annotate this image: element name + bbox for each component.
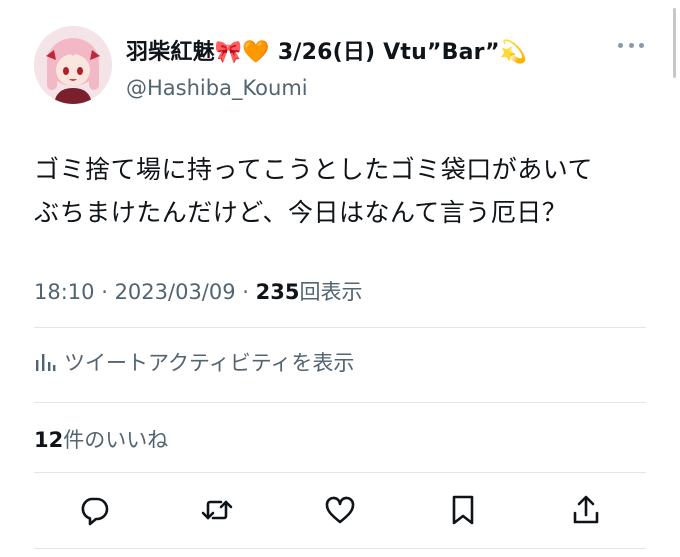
divider bbox=[34, 327, 646, 328]
meta-separator: · bbox=[235, 280, 256, 304]
likes-count-link[interactable]: 12件のいいね bbox=[34, 424, 168, 454]
share-icon bbox=[573, 495, 599, 524]
tweet-meta: 18:10 · 2023/03/09 · 235回表示 bbox=[34, 276, 362, 306]
likes-count: 12 bbox=[34, 428, 64, 452]
avatar[interactable] bbox=[34, 26, 112, 104]
reply-icon bbox=[81, 497, 109, 526]
activity-label: ツイートアクティビティを表示 bbox=[64, 351, 355, 375]
like-icon bbox=[325, 496, 355, 524]
views-count: 235 bbox=[255, 280, 300, 304]
more-options-icon[interactable] bbox=[618, 40, 644, 50]
action-bar bbox=[76, 492, 604, 528]
tweet-header: 羽柴紅魅🎀🧡 3/26(日) Vtu”Bar”💫 @Hashiba_Koumi bbox=[34, 24, 644, 108]
scrollbar[interactable] bbox=[673, 8, 676, 78]
share-button[interactable] bbox=[568, 492, 604, 528]
tweet-time[interactable]: 18:10 bbox=[34, 280, 95, 304]
view-activity-link[interactable]: ツイートアクティビティを表示 bbox=[34, 347, 354, 377]
views-label: 回表示 bbox=[299, 280, 363, 304]
divider bbox=[34, 472, 646, 473]
like-button[interactable] bbox=[322, 492, 358, 528]
reply-button[interactable] bbox=[76, 492, 112, 528]
tweet-date[interactable]: 2023/03/09 bbox=[115, 280, 236, 304]
tweet-text: ゴミ捨て場に持ってこうとしたゴミ袋口があいて ぶちまけたんだけど、今日はなんて言… bbox=[34, 148, 654, 234]
meta-separator: · bbox=[94, 280, 115, 304]
retweet-button[interactable] bbox=[199, 492, 235, 528]
bookmark-icon bbox=[452, 495, 474, 525]
divider bbox=[34, 402, 646, 403]
divider bbox=[34, 548, 646, 549]
likes-label: 件のいいね bbox=[63, 428, 169, 452]
bookmark-button[interactable] bbox=[445, 492, 481, 528]
retweet-icon bbox=[201, 500, 233, 520]
display-name[interactable]: 羽柴紅魅🎀🧡 3/26(日) Vtu”Bar”💫 bbox=[126, 34, 527, 66]
user-handle[interactable]: @Hashiba_Koumi bbox=[126, 76, 527, 100]
bar-chart-icon bbox=[36, 354, 56, 371]
tweet-text-line: ゴミ捨て場に持ってこうとしたゴミ袋口があいて bbox=[34, 155, 594, 184]
tweet-text-line: ぶちまけたんだけど、今日はなんて言う厄日？ bbox=[34, 198, 568, 227]
